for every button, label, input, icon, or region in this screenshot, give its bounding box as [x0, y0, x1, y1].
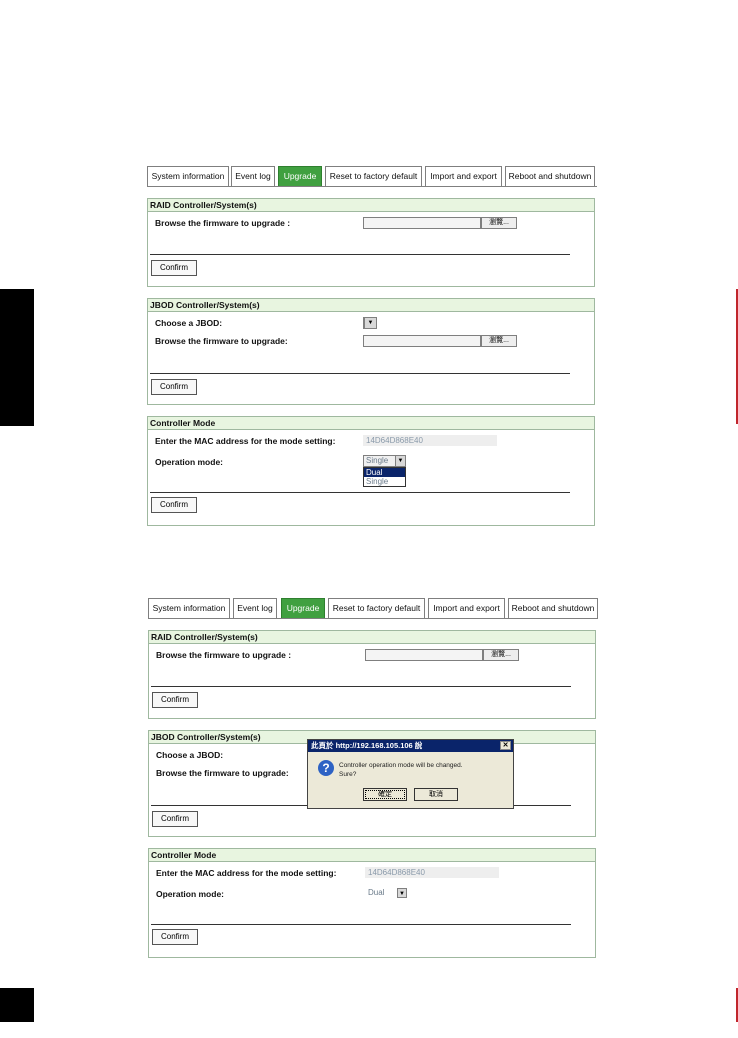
jbod-choose-label: Choose a JBOD: [156, 750, 224, 760]
operation-mode-select[interactable]: Dual ▼ [365, 887, 408, 899]
jbod-confirm-button[interactable]: Confirm [151, 379, 197, 395]
tab-import-export[interactable]: Import and export [425, 166, 502, 186]
operation-mode-label: Operation mode: [155, 457, 224, 467]
raid-confirm-button[interactable]: Confirm [152, 692, 198, 708]
screenshot-upgrade-dropdown: System information Event log Upgrade Res… [147, 166, 597, 526]
jbod-choose-label: Choose a JBOD: [155, 318, 223, 328]
raid-firmware-file-input[interactable] [365, 649, 483, 661]
tab-event-log[interactable]: Event log [231, 166, 275, 186]
mac-label: Enter the MAC address for the mode setti… [155, 436, 336, 446]
mac-address-field[interactable]: 14D64D868E40 [365, 867, 499, 878]
operation-mode-value: Dual [368, 888, 385, 897]
left-edge-black-tab-1 [0, 289, 34, 426]
dialog-cancel-button[interactable]: 取消 [414, 788, 458, 801]
jbod-separator [150, 373, 570, 374]
jbod-panel: JBOD Controller/System(s) Choose a JBOD:… [147, 298, 595, 405]
dialog-ok-button[interactable]: 確定 [363, 788, 407, 801]
operation-mode-value: Single [366, 456, 389, 465]
jbod-select[interactable]: ▼ [363, 317, 377, 329]
tab-upgrade[interactable]: Upgrade [278, 166, 322, 186]
dialog-message-line1: Controller operation mode will be change… [339, 762, 463, 769]
operation-mode-label: Operation mode: [156, 889, 225, 899]
controller-mode-title: Controller Mode [149, 849, 595, 862]
tab-event-log[interactable]: Event log [233, 598, 277, 618]
dropdown-option-dual[interactable]: Dual [364, 468, 405, 477]
jbod-firmware-file-input[interactable] [363, 335, 481, 347]
dialog-title-bar: 此頁於 http://192.168.105.106 說 ✕ [308, 740, 513, 752]
raid-browse-label: Browse the firmware to upgrade : [155, 218, 291, 228]
dropdown-option-single[interactable]: Single [364, 477, 405, 486]
dialog-message-line2: Sure? [339, 771, 357, 778]
controller-mode-panel: Controller Mode Enter the MAC address fo… [148, 848, 596, 958]
tab-system-information[interactable]: System information [147, 166, 229, 186]
question-icon: ? [318, 760, 334, 776]
raid-browse-button[interactable]: 瀏覽... [481, 217, 517, 229]
raid-panel: RAID Controller/System(s) Browse the fir… [148, 630, 596, 719]
jbod-confirm-button[interactable]: Confirm [152, 811, 198, 827]
controller-mode-title: Controller Mode [148, 417, 594, 430]
close-icon[interactable]: ✕ [500, 741, 511, 750]
controller-mode-separator [150, 492, 570, 493]
chevron-down-icon: ▼ [397, 888, 407, 898]
dialog-title: 此頁於 http://192.168.105.106 說 [311, 741, 423, 750]
controller-mode-separator [151, 924, 571, 925]
raid-panel-title: RAID Controller/System(s) [149, 631, 595, 644]
jbod-browse-button[interactable]: 瀏覽... [481, 335, 517, 347]
tab-bar-underline [148, 618, 598, 619]
raid-browse-label: Browse the firmware to upgrade : [156, 650, 292, 660]
raid-separator [150, 254, 570, 255]
tab-reset-factory[interactable]: Reset to factory default [328, 598, 425, 618]
operation-mode-select[interactable]: Single ▼ [363, 455, 406, 467]
controller-mode-panel: Controller Mode Enter the MAC address fo… [147, 416, 595, 526]
operation-mode-dropdown[interactable]: Dual Single [363, 467, 406, 487]
tab-bar-underline [147, 186, 597, 187]
tab-import-export[interactable]: Import and export [428, 598, 505, 618]
raid-separator [151, 686, 571, 687]
controller-mode-confirm-button[interactable]: Confirm [152, 929, 198, 945]
confirm-dialog: 此頁於 http://192.168.105.106 說 ✕ ? Control… [307, 739, 514, 809]
tab-system-information[interactable]: System information [148, 598, 230, 618]
jbod-browse-label: Browse the firmware to upgrade: [156, 768, 289, 778]
raid-browse-button[interactable]: 瀏覽... [483, 649, 519, 661]
tab-upgrade[interactable]: Upgrade [281, 598, 325, 618]
tab-reboot-shutdown[interactable]: Reboot and shutdown [508, 598, 598, 618]
tab-bar: System information Event log Upgrade Res… [148, 598, 598, 619]
controller-mode-confirm-button[interactable]: Confirm [151, 497, 197, 513]
tab-reboot-shutdown[interactable]: Reboot and shutdown [505, 166, 595, 186]
jbod-panel-title: JBOD Controller/System(s) [148, 299, 594, 312]
mac-address-field[interactable]: 14D64D868E40 [363, 435, 497, 446]
raid-confirm-button[interactable]: Confirm [151, 260, 197, 276]
left-edge-black-tab-2 [0, 988, 34, 1022]
raid-panel: RAID Controller/System(s) Browse the fir… [147, 198, 595, 287]
jbod-select-arrow-icon: ▼ [364, 318, 376, 328]
chevron-down-icon: ▼ [395, 456, 405, 466]
tab-bar: System information Event log Upgrade Res… [147, 166, 597, 187]
jbod-browse-label: Browse the firmware to upgrade: [155, 336, 288, 346]
raid-panel-title: RAID Controller/System(s) [148, 199, 594, 212]
raid-firmware-file-input[interactable] [363, 217, 481, 229]
tab-reset-factory[interactable]: Reset to factory default [325, 166, 422, 186]
mac-label: Enter the MAC address for the mode setti… [156, 868, 337, 878]
